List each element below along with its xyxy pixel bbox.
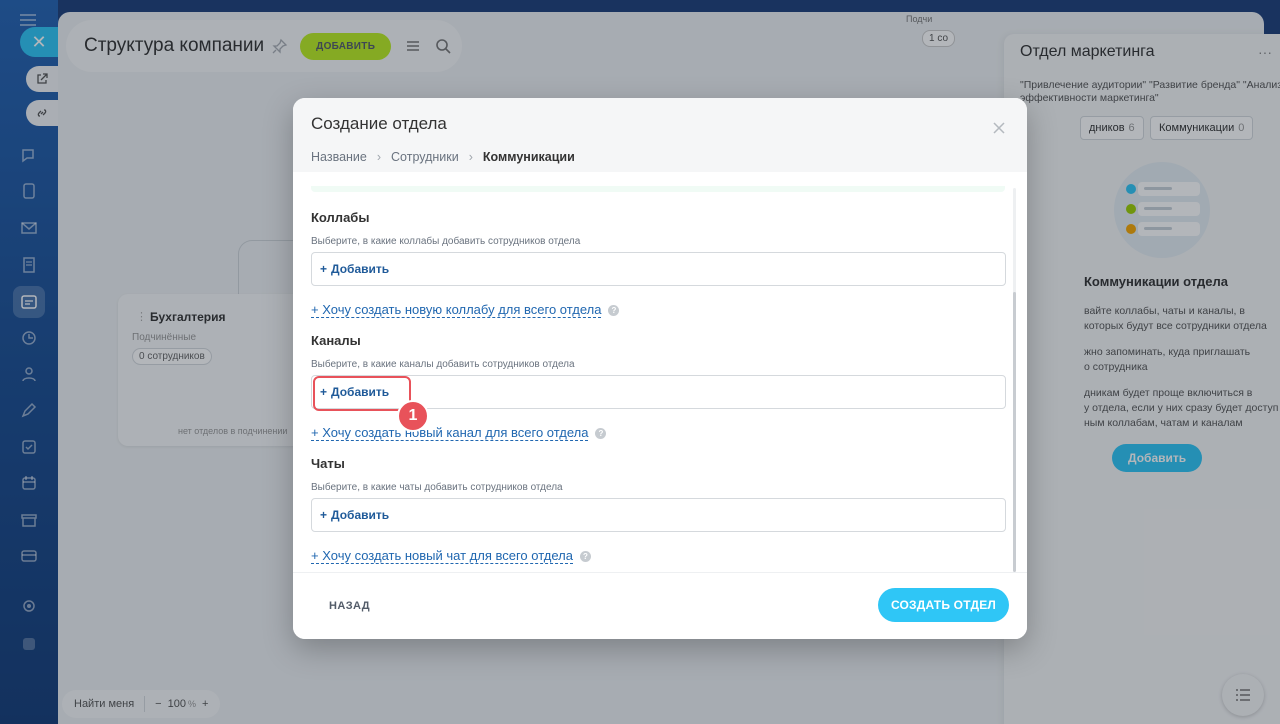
highlight-box [313,376,411,411]
collabs-description: Выберите, в какие коллабы добавить сотру… [311,236,581,247]
step-communications[interactable]: Коммуникации [483,150,575,164]
step-employees[interactable]: Сотрудники [391,150,459,164]
chats-selector[interactable]: + Добавить [311,498,1006,532]
help-icon[interactable]: ? [608,304,620,316]
chevron-right-icon: › [376,150,382,164]
collabs-title: Коллабы [311,210,370,225]
dialog-title: Создание отдела [311,114,447,133]
collabs-selector[interactable]: + Добавить [311,252,1006,286]
create-department-button[interactable]: СОЗДАТЬ ОТДЕЛ [878,588,1009,622]
dialog-header: Создание отдела Название › Сотрудники › … [293,98,1027,172]
create-collab-link[interactable]: + Хочу создать новую коллабу для всего о… [311,302,620,318]
dialog-footer: НАЗАД СОЗДАТЬ ОТДЕЛ [293,572,1027,639]
chevron-right-icon: › [468,150,473,164]
help-icon[interactable]: ? [579,550,591,562]
add-chat-button[interactable]: + Добавить [320,508,389,522]
channels-title: Каналы [311,333,361,348]
wizard-steps: Название › Сотрудники › Коммуникации [311,150,575,164]
add-collab-button[interactable]: + Добавить [320,262,389,276]
chats-description: Выберите, в какие чаты добавить сотрудни… [311,482,563,493]
create-channel-link[interactable]: + Хочу создать новый канал для всего отд… [311,425,607,441]
step-marker: 1 [397,400,429,432]
help-icon[interactable]: ? [595,427,607,439]
scrollbar-thumb[interactable] [1013,292,1016,572]
chats-title: Чаты [311,456,345,471]
create-chat-link[interactable]: + Хочу создать новый чат для всего отдел… [311,548,591,564]
step-name[interactable]: Название [311,150,367,164]
create-department-dialog: Создание отдела Название › Сотрудники › … [293,98,1027,639]
section-strip [311,186,1005,192]
back-button[interactable]: НАЗАД [329,600,370,612]
channels-description: Выберите, в какие каналы добавить сотруд… [311,359,575,370]
close-icon[interactable] [993,122,1005,134]
dialog-body: Коллабы Выберите, в какие коллабы добави… [293,172,1027,572]
